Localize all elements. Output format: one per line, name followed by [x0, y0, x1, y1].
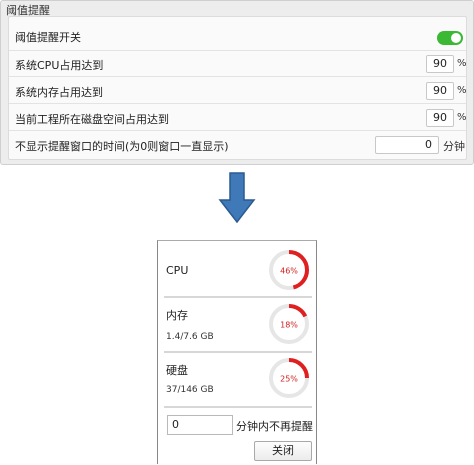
threshold-settings-panel: 阈值提醒 阈值提醒开关 系统CPU占用达到 90 % 系统内存占用达到 90 %…	[0, 0, 474, 165]
popup-duration-unit: 分钟	[443, 140, 465, 153]
settings-body: 阈值提醒开关 系统CPU占用达到 90 % 系统内存占用达到 90 % 当前工程…	[8, 16, 467, 160]
memory-usage-gauge: 18%	[269, 304, 309, 344]
memory-percent-text: 18%	[280, 321, 298, 330]
disk-monitor-row: 硬盘 37/146 GB 25%	[158, 354, 316, 410]
separator	[164, 406, 312, 408]
cpu-label: CPU	[166, 264, 189, 277]
toggle-row: 阈值提醒开关	[9, 21, 466, 51]
cpu-threshold-label: 系统CPU占用达到	[15, 59, 104, 72]
mute-minutes-label: 分钟内不再提醒	[236, 420, 313, 433]
memory-label: 内存	[166, 309, 188, 322]
cpu-threshold-unit: %	[457, 58, 467, 69]
disk-threshold-row: 当前工程所在磁盘空间占用达到 90 %	[9, 105, 467, 131]
popup-duration-input[interactable]: 0	[375, 136, 439, 154]
disk-usage-text: 37/146 GB	[166, 385, 214, 395]
cpu-usage-gauge: 46%	[269, 250, 309, 290]
disk-percent-text: 25%	[280, 375, 298, 384]
threshold-toggle-switch[interactable]	[437, 31, 463, 45]
close-button[interactable]: 关闭	[254, 441, 312, 461]
memory-threshold-label: 系统内存占用达到	[15, 86, 103, 99]
disk-threshold-label: 当前工程所在磁盘空间占用达到	[15, 113, 169, 126]
cpu-monitor-row: CPU 46%	[158, 241, 316, 297]
separator	[164, 351, 312, 353]
disk-usage-gauge: 25%	[269, 358, 309, 398]
cpu-percent-text: 46%	[280, 267, 298, 276]
memory-threshold-input[interactable]: 90	[426, 82, 454, 100]
memory-monitor-row: 内存 1.4/7.6 GB 18%	[158, 299, 316, 355]
memory-usage-text: 1.4/7.6 GB	[166, 332, 214, 342]
separator	[164, 296, 312, 298]
disk-threshold-unit: %	[457, 112, 467, 123]
popup-duration-row: 不显示提醒窗口的时间(为0则窗口一直显示) 0 分钟	[9, 132, 466, 158]
resource-alert-popup: CPU 46% 内存 1.4/7.6 GB 18% 硬盘 37/146 GB 2…	[157, 240, 317, 464]
disk-label: 硬盘	[166, 364, 188, 377]
memory-threshold-unit: %	[457, 85, 467, 96]
disk-threshold-input[interactable]: 90	[426, 109, 454, 127]
toggle-knob	[451, 33, 461, 43]
cpu-threshold-row: 系统CPU占用达到 90 %	[9, 51, 467, 77]
cpu-threshold-input[interactable]: 90	[426, 55, 454, 73]
memory-threshold-row: 系统内存占用达到 90 %	[9, 78, 467, 104]
toggle-label: 阈值提醒开关	[15, 31, 81, 44]
popup-duration-label: 不显示提醒窗口的时间(为0则窗口一直显示)	[15, 140, 229, 153]
arrow-down-icon	[218, 172, 256, 224]
mute-minutes-input[interactable]: 0	[167, 415, 233, 435]
